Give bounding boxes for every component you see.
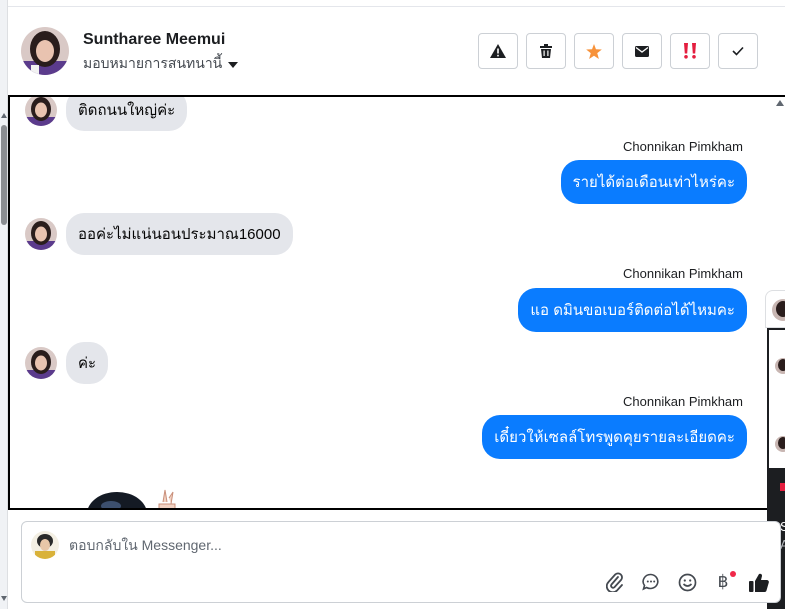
report-spam-button[interactable] — [478, 33, 518, 69]
mark-done-button[interactable] — [718, 33, 758, 69]
message-bubble[interactable]: เดี๋ยวให้เซลล์โทรพูดคุยรายละเอียดคะ — [482, 415, 747, 459]
sticker-image[interactable] — [85, 484, 185, 508]
avatar — [775, 436, 785, 452]
star-icon — [586, 43, 602, 59]
avatar — [772, 299, 785, 321]
message-thread[interactable]: ติดถนนใหญ่ค่ะ Chonnikan Pimkham รายได้ต่… — [8, 95, 785, 510]
message-bubble[interactable]: แอ ดมินขอเบอร์ติดต่อได้ไหมคะ — [518, 288, 747, 332]
contact-avatar-small — [25, 97, 57, 126]
side-panel-header — [765, 290, 785, 328]
attach-button[interactable] — [602, 569, 628, 595]
left-scrollbar[interactable] — [0, 0, 8, 609]
contact-avatar-small — [25, 347, 57, 379]
checkmark-icon — [732, 46, 744, 56]
scrollbar-thumb[interactable] — [1, 125, 7, 225]
reply-input[interactable] — [69, 534, 669, 556]
side-panel-list — [767, 328, 785, 468]
incoming-message: ออค่ะไม่แน่นอนประมาณ16000 — [25, 213, 293, 255]
message-bubble[interactable]: ค่ะ — [66, 342, 109, 384]
double-exclamation-icon — [684, 43, 696, 59]
scroll-down-arrow-icon[interactable] — [1, 596, 7, 601]
payment-button[interactable]: ฿ — [710, 569, 736, 595]
reply-composer: ฿ — [21, 521, 781, 603]
incoming-message: ติดถนนใหญ่ค่ะ — [25, 97, 188, 131]
smiley-icon — [678, 573, 696, 591]
composer-toolbar: ฿ — [602, 569, 772, 595]
scroll-up-arrow-icon[interactable] — [1, 113, 7, 118]
thumbs-up-icon — [749, 573, 769, 592]
message-bubble[interactable]: รายได้ต่อเดือนเท่าไหร่คะ — [560, 160, 747, 204]
notification-badge — [730, 571, 736, 577]
saved-replies-button[interactable] — [638, 569, 664, 595]
inbox-conversation-view: Suntharee Meemui มอบหมายการสนทนานี้ ติดถ… — [0, 0, 785, 609]
message-bubble[interactable]: ออค่ะไม่แน่นอนประมาณ16000 — [66, 213, 293, 255]
sender-name: Chonnikan Pimkham — [623, 266, 743, 281]
contact-avatar[interactable] — [21, 27, 69, 75]
page-avatar — [31, 531, 59, 559]
warning-icon — [490, 44, 506, 58]
scroll-up-arrow-icon[interactable] — [776, 100, 784, 106]
star-button[interactable] — [574, 33, 614, 69]
conversation-actions — [478, 33, 758, 69]
trash-icon — [540, 44, 552, 58]
like-button[interactable] — [746, 569, 772, 595]
message-bubble[interactable]: ติดถนนใหญ่ค่ะ — [66, 97, 188, 131]
paperclip-icon — [606, 572, 623, 592]
sender-name: Chonnikan Pimkham — [623, 394, 743, 409]
assign-label: มอบหมายการสนทนานี้ — [83, 55, 223, 71]
contact-name: Suntharee Meemui — [83, 31, 226, 48]
sender-name: Chonnikan Pimkham — [623, 139, 743, 154]
incoming-message: ค่ะ — [25, 342, 109, 384]
conversation-header: Suntharee Meemui มอบหมายการสนทนานี้ — [8, 7, 785, 95]
contact-avatar-small — [25, 218, 57, 250]
avatar — [775, 358, 785, 374]
follow-up-button[interactable] — [670, 33, 710, 69]
chat-bubble-icon — [642, 573, 659, 591]
baht-icon: ฿ — [717, 572, 729, 592]
emoji-button[interactable] — [674, 569, 700, 595]
caret-down-icon — [228, 61, 239, 68]
flag-icon — [780, 483, 785, 491]
mark-unread-button[interactable] — [622, 33, 662, 69]
assign-conversation-dropdown[interactable]: มอบหมายการสนทนานี้ — [83, 53, 239, 75]
delete-button[interactable] — [526, 33, 566, 69]
envelope-icon — [635, 45, 649, 57]
